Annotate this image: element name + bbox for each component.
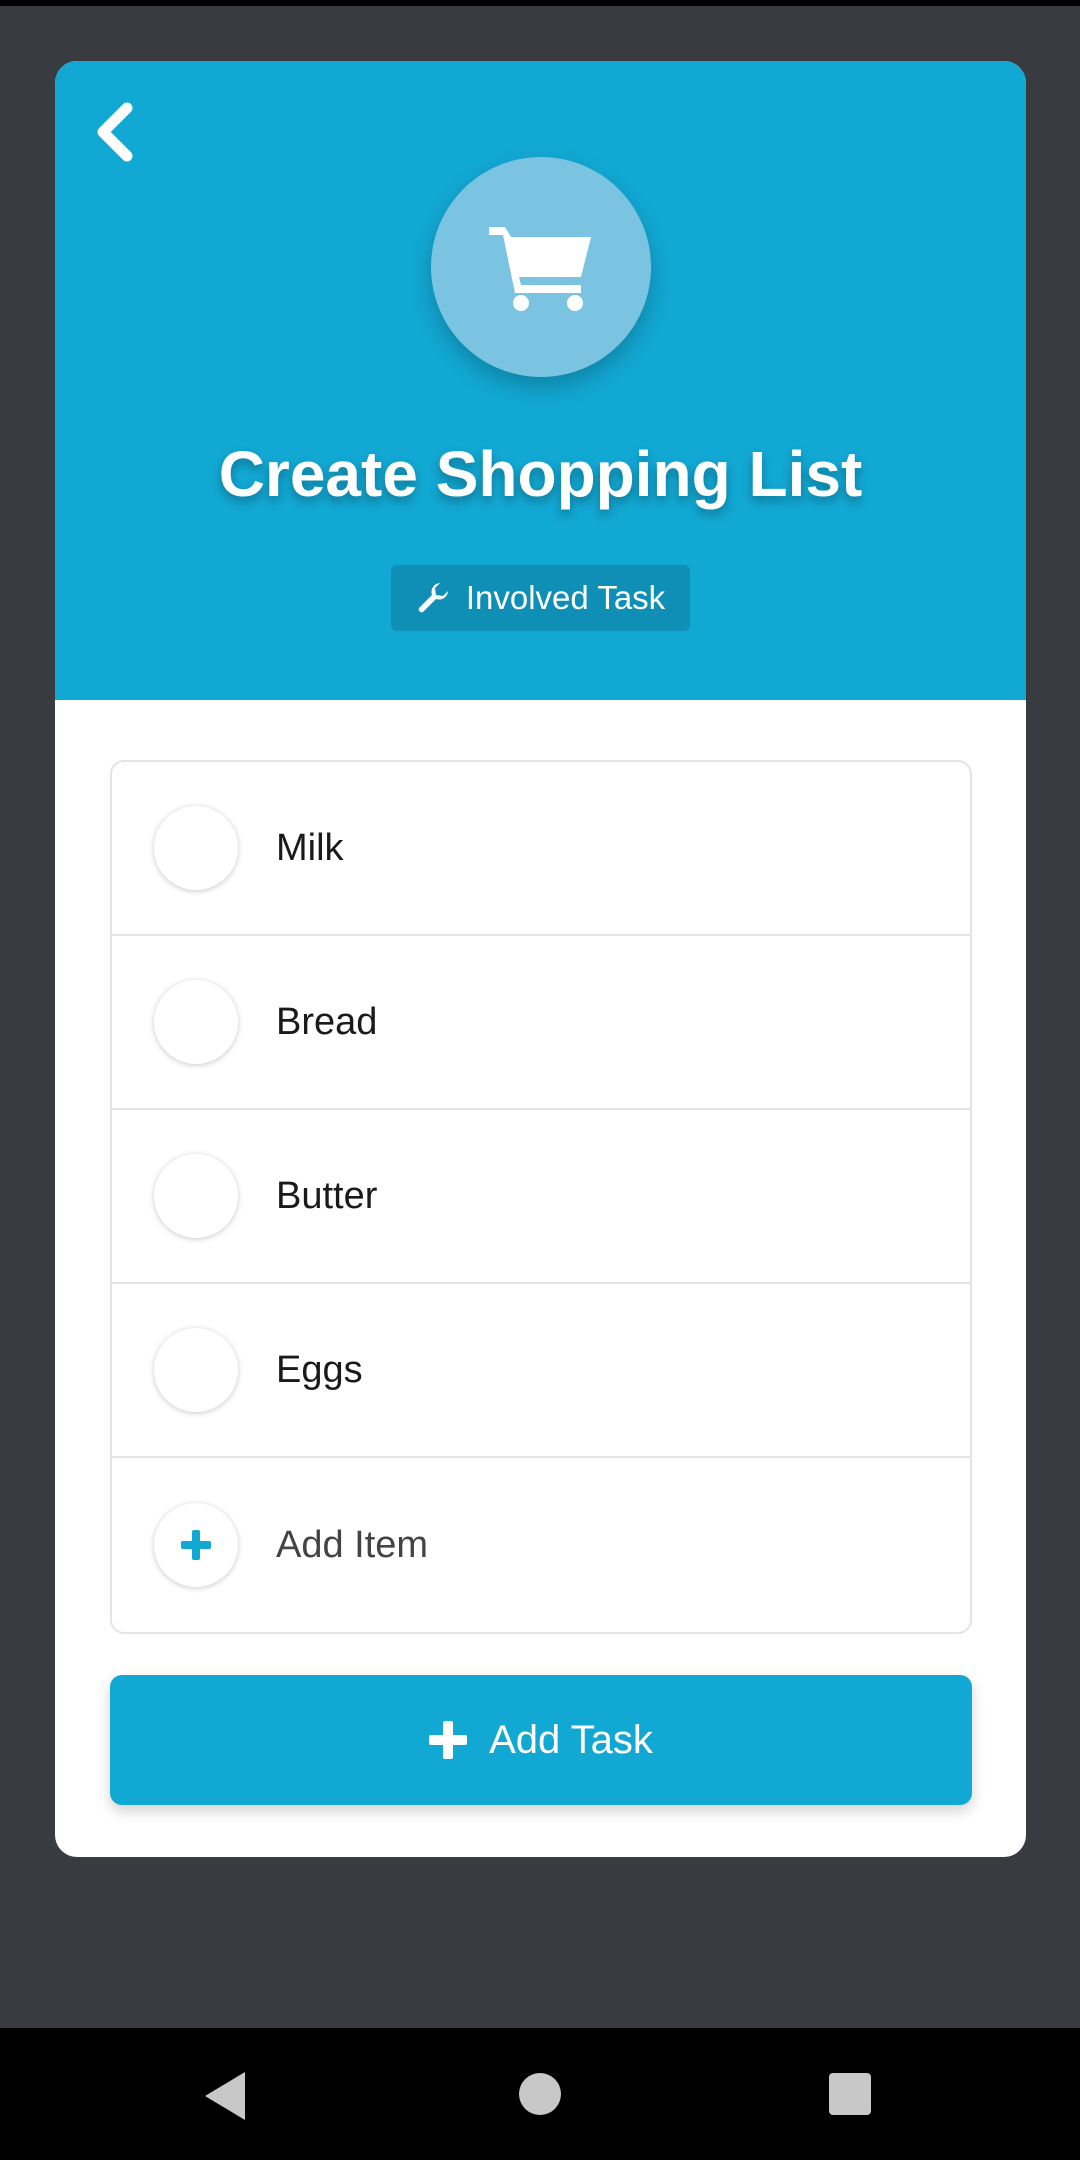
wrench-icon (416, 581, 450, 615)
shopping-items-list: Milk Bread Butter Eggs Add Item (110, 760, 972, 1634)
add-item-label: Add Item (276, 1523, 429, 1566)
list-item[interactable]: Milk (112, 762, 970, 936)
item-checkbox[interactable] (154, 806, 238, 890)
home-circle-icon[interactable] (519, 2073, 561, 2115)
list-item[interactable]: Eggs (112, 1284, 970, 1458)
task-type-badge: Involved Task (391, 565, 690, 631)
item-label: Milk (276, 826, 344, 869)
system-nav-bar (0, 2028, 1080, 2160)
list-item[interactable]: Butter (112, 1110, 970, 1284)
add-task-label: Add Task (489, 1717, 653, 1762)
list-item[interactable]: Bread (112, 936, 970, 1110)
task-card: Create Shopping List Involved Task Milk … (55, 61, 1026, 1857)
plus-icon (429, 1721, 468, 1759)
page-title: Create Shopping List (218, 438, 863, 510)
shopping-cart-icon (489, 227, 591, 311)
recents-square-icon[interactable] (829, 2073, 871, 2115)
item-checkbox[interactable] (154, 980, 238, 1064)
add-item-button[interactable] (154, 1503, 238, 1587)
plus-icon (181, 1530, 211, 1560)
item-checkbox[interactable] (154, 1154, 238, 1238)
item-label: Bread (276, 1000, 378, 1043)
shopping-cart-avatar (431, 157, 651, 377)
item-label: Butter (276, 1174, 378, 1217)
chevron-left-icon (97, 102, 133, 162)
add-item-row[interactable]: Add Item (112, 1458, 970, 1632)
app-screen: Create Shopping List Involved Task Milk … (0, 6, 1080, 2028)
back-triangle-icon[interactable] (205, 2072, 245, 2120)
add-task-button[interactable]: Add Task (110, 1675, 972, 1805)
back-button[interactable] (85, 97, 145, 167)
item-checkbox[interactable] (154, 1328, 238, 1412)
card-header: Create Shopping List Involved Task (55, 61, 1026, 700)
item-label: Eggs (276, 1348, 363, 1391)
task-type-label: Involved Task (465, 579, 666, 616)
